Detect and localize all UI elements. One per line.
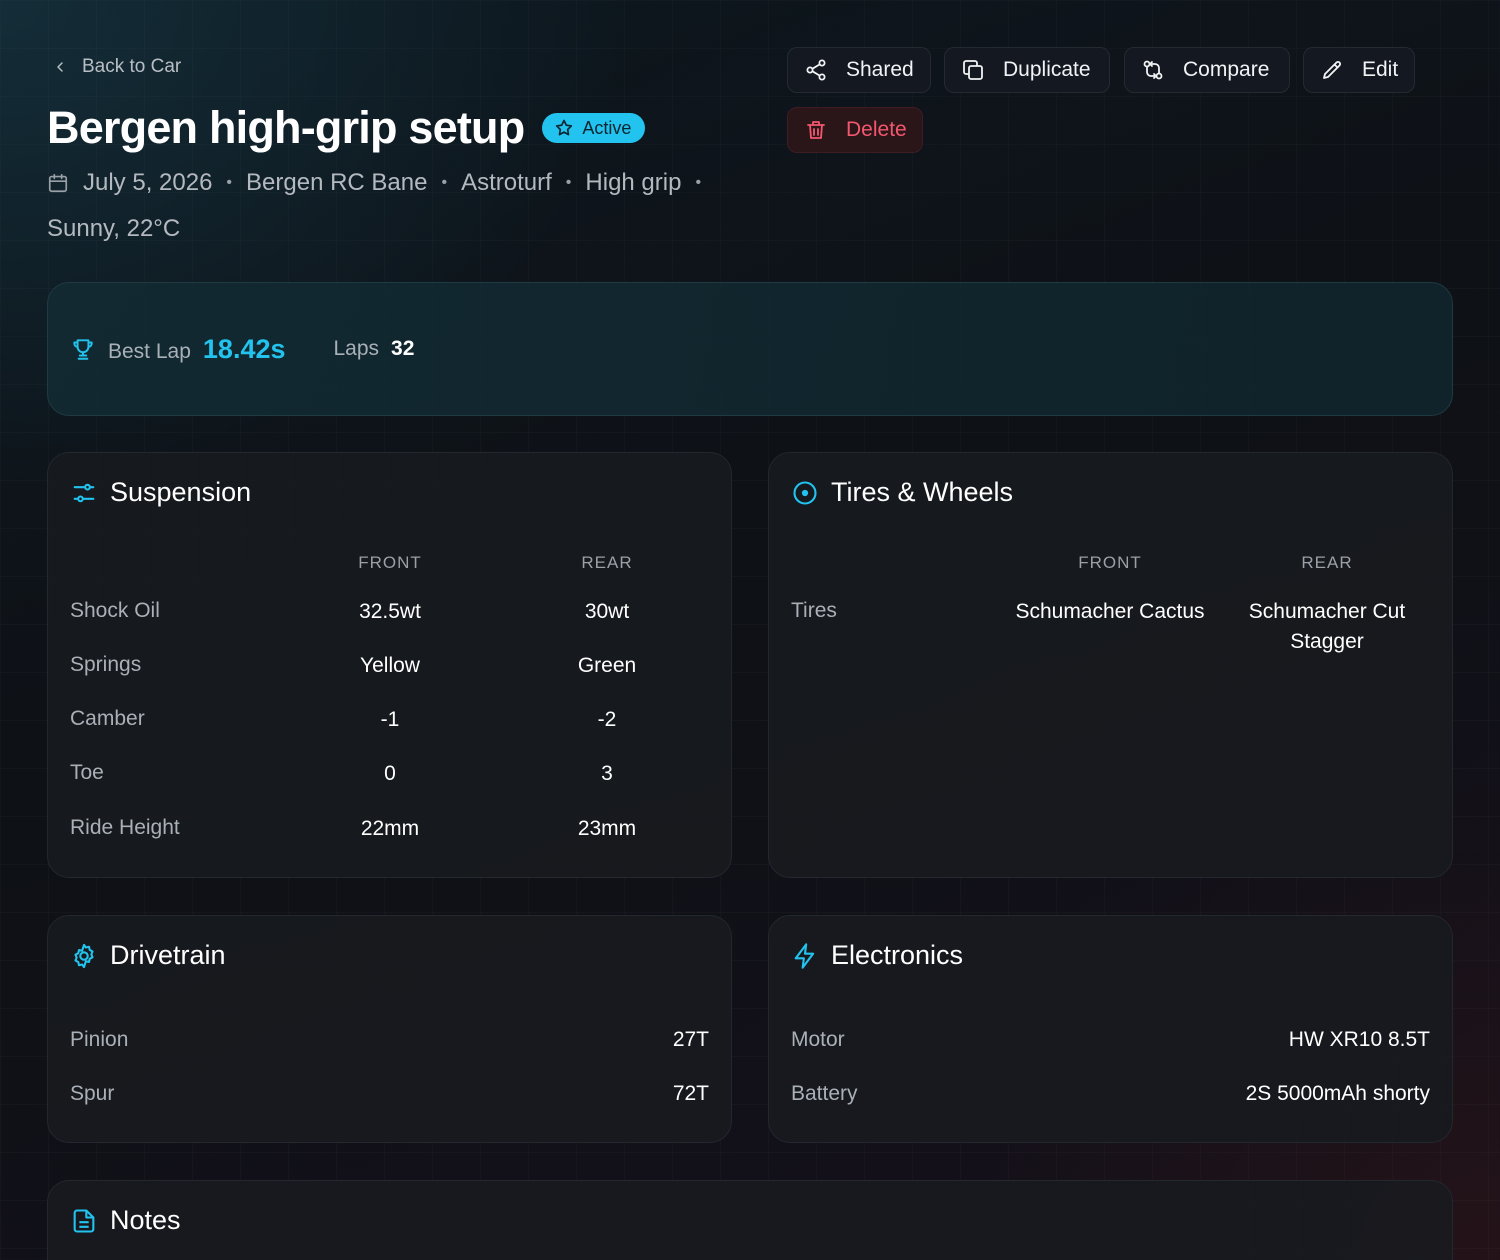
tires-front: Schumacher Cactus bbox=[1015, 600, 1205, 623]
camber-front: -1 bbox=[380, 708, 400, 731]
star-icon bbox=[554, 118, 574, 138]
meta-date: July 5, 2026 bbox=[47, 160, 212, 206]
springs-rear: Green bbox=[577, 654, 637, 677]
notes-title: Notes bbox=[110, 1205, 181, 1235]
edit-button[interactable]: Edit bbox=[1303, 47, 1415, 93]
drivetrain-panel: Drivetrain Pinion 27T Spur 72T bbox=[47, 915, 732, 1143]
meta-track: Bergen RC Bane bbox=[246, 169, 428, 196]
springs-front: Yellow bbox=[360, 654, 420, 677]
electronics-header: Electronics bbox=[791, 940, 963, 971]
col-front: FRONT bbox=[1078, 553, 1142, 572]
col-front: FRONT bbox=[358, 553, 422, 572]
title-row: Bergen high-grip setup Active bbox=[47, 100, 646, 156]
suspension-panel: Suspension FRONT REAR Shock Oil 32.5wt 3… bbox=[47, 452, 732, 878]
back-to-car-link[interactable]: Back to Car bbox=[52, 54, 181, 80]
col-rear: REAR bbox=[581, 553, 633, 572]
motor-value: HW XR10 8.5T bbox=[1288, 1028, 1430, 1051]
setup-meta: July 5, 2026 • Bergen RC Bane • Astrotur… bbox=[47, 160, 767, 252]
pencil-icon bbox=[1320, 58, 1344, 82]
calendar-icon bbox=[47, 172, 69, 194]
shock-oil-rear: 30wt bbox=[584, 600, 630, 623]
lightning-icon bbox=[791, 942, 819, 970]
best-lap-label: Best Lap bbox=[108, 339, 191, 363]
document-icon bbox=[70, 1207, 98, 1235]
share-icon bbox=[804, 58, 828, 82]
sliders-icon bbox=[70, 479, 98, 507]
spur-value: 72T bbox=[672, 1082, 709, 1105]
drivetrain-header: Drivetrain bbox=[70, 940, 226, 971]
row-label-springs: Springs bbox=[70, 653, 142, 676]
ride-height-front: 22mm bbox=[360, 817, 420, 840]
compare-button[interactable]: Compare bbox=[1124, 47, 1290, 93]
drivetrain-title: Drivetrain bbox=[110, 940, 226, 970]
meta-separator: • bbox=[441, 174, 448, 191]
status-badge: Active bbox=[542, 113, 646, 143]
row-label-camber: Camber bbox=[70, 707, 145, 730]
row-label-spur: Spur bbox=[70, 1082, 115, 1105]
best-lap-stat: Best Lap 18.42s bbox=[70, 334, 286, 365]
lap-stats-card: Best Lap 18.42s Laps 32 bbox=[47, 282, 1453, 416]
meta-surface: Astroturf bbox=[461, 169, 552, 196]
copy-icon bbox=[961, 58, 985, 82]
meta-weather: Sunny, 22°C bbox=[47, 215, 181, 242]
meta-separator: • bbox=[226, 174, 233, 191]
edit-button-label: Edit bbox=[1362, 58, 1399, 81]
tires-wheels-panel: Tires & Wheels FRONT REAR Tires Schumach… bbox=[768, 452, 1453, 878]
row-label-battery: Battery bbox=[791, 1082, 858, 1105]
toe-rear: 3 bbox=[601, 762, 613, 785]
electronics-title: Electronics bbox=[831, 940, 964, 970]
row-label-pinion: Pinion bbox=[70, 1028, 129, 1051]
battery-value: 2S 5000mAh shorty bbox=[1245, 1082, 1430, 1105]
meta-separator: • bbox=[565, 174, 572, 191]
tires-rear: Schumacher Cut Stagger bbox=[1248, 600, 1406, 653]
ride-height-rear: 23mm bbox=[577, 817, 637, 840]
trash-icon bbox=[804, 118, 828, 142]
compare-icon bbox=[1141, 58, 1165, 82]
tires-title: Tires & Wheels bbox=[831, 477, 1014, 507]
meta-date-text: July 5, 2026 bbox=[83, 169, 213, 196]
suspension-title: Suspension bbox=[110, 477, 252, 507]
electronics-panel: Electronics Motor HW XR10 8.5T Battery 2… bbox=[768, 915, 1453, 1143]
col-rear: REAR bbox=[1301, 553, 1353, 572]
duplicate-button-label: Duplicate bbox=[1003, 58, 1091, 81]
delete-button[interactable]: Delete bbox=[787, 107, 923, 153]
row-label-motor: Motor bbox=[791, 1028, 845, 1051]
delete-button-label: Delete bbox=[846, 118, 907, 141]
compare-button-label: Compare bbox=[1183, 58, 1270, 81]
gear-icon bbox=[70, 942, 98, 970]
tires-header: Tires & Wheels bbox=[791, 477, 1013, 508]
meta-separator: • bbox=[695, 174, 702, 191]
badge-label: Active bbox=[582, 117, 632, 138]
toe-front: 0 bbox=[384, 762, 396, 785]
best-lap-value: 18.42s bbox=[202, 333, 286, 364]
laps-value: 32 bbox=[391, 337, 415, 360]
suspension-header: Suspension bbox=[70, 477, 251, 508]
laps-stat: Laps 32 bbox=[334, 337, 415, 361]
laps-label: Laps bbox=[333, 337, 380, 360]
row-label-toe: Toe bbox=[70, 761, 104, 784]
trophy-icon bbox=[70, 336, 96, 362]
page-title: Bergen high-grip setup bbox=[47, 102, 525, 153]
row-label-tires: Tires bbox=[791, 599, 837, 622]
shared-button[interactable]: Shared bbox=[787, 47, 931, 93]
notes-panel: Notes bbox=[47, 1180, 1453, 1260]
back-link-label: Back to Car bbox=[82, 56, 182, 77]
pinion-value: 27T bbox=[672, 1028, 709, 1051]
wheel-icon bbox=[791, 479, 819, 507]
shared-button-label: Shared bbox=[846, 58, 914, 81]
chevron-left-icon bbox=[52, 59, 68, 75]
camber-rear: -2 bbox=[597, 708, 617, 731]
duplicate-button[interactable]: Duplicate bbox=[944, 47, 1110, 93]
notes-header: Notes bbox=[70, 1205, 181, 1236]
shock-oil-front: 32.5wt bbox=[359, 600, 421, 623]
row-label-ride-height: Ride Height bbox=[70, 816, 180, 839]
row-label-shock-oil: Shock Oil bbox=[70, 599, 160, 622]
meta-grip: High grip bbox=[585, 169, 682, 196]
